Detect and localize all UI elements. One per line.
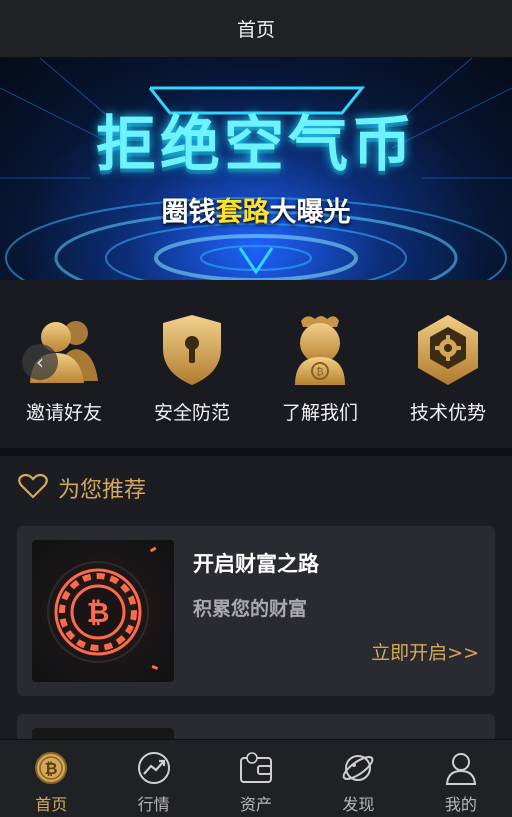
quick-link-invite[interactable]: 邀请好友	[0, 280, 128, 448]
tab-label: 行情	[137, 795, 170, 814]
tab-profile[interactable]: 我的	[410, 740, 512, 817]
recommend-heading: 为您推荐	[58, 478, 147, 503]
wallet-icon	[237, 749, 275, 787]
start-now-link[interactable]: 立即开启>>	[371, 638, 479, 665]
banner-subtitle: 圈钱套路大曝光	[0, 190, 512, 229]
recommend-header: 为您推荐	[18, 472, 146, 504]
quick-link-security[interactable]: 安全防范	[128, 280, 256, 448]
bottom-tab-bar: ₿ 首页 行情 资产 发现 我的	[0, 739, 512, 817]
tab-label: 资产	[240, 795, 273, 814]
tab-label: 首页	[35, 795, 68, 814]
quick-link-about[interactable]: ₿ 了解我们	[256, 280, 384, 448]
quick-link-label: 技术优势	[409, 402, 486, 424]
svg-text:₿: ₿	[316, 366, 323, 378]
quick-link-label: 邀请好友	[25, 402, 102, 424]
tab-discover[interactable]: 发现	[307, 740, 409, 817]
tab-home[interactable]: ₿ 首页	[0, 740, 102, 817]
page-title: 首页	[236, 19, 275, 41]
quick-link-tech[interactable]: 技术优势	[384, 280, 512, 448]
tab-label: 我的	[444, 795, 477, 814]
quick-links: 邀请好友 安全防范 ₿ 了解我们 技术优势	[0, 280, 512, 448]
tab-market[interactable]: 行情	[102, 740, 204, 817]
banner-sub-prefix: 圈钱	[161, 197, 216, 228]
trend-icon	[135, 749, 173, 787]
promo-banner[interactable]: 拒绝空气币 圈钱套路大曝光	[0, 58, 512, 280]
shield-lock-icon	[156, 310, 228, 390]
quick-link-label: 安全防范	[153, 402, 230, 424]
heart-icon	[18, 473, 48, 503]
user-icon	[442, 749, 480, 787]
banner-sub-suffix: 大曝光	[269, 197, 351, 228]
tab-assets[interactable]: 资产	[205, 740, 307, 817]
bitcoin-chip-icon: ₿	[32, 540, 174, 682]
quick-link-label: 了解我们	[281, 402, 358, 424]
svg-text:₿: ₿	[45, 759, 58, 778]
bitcoin-icon: ₿	[32, 749, 70, 787]
banner-sub-highlight: 套路	[215, 197, 270, 228]
mascot-icon: ₿	[284, 310, 356, 390]
section-divider	[0, 448, 512, 456]
carousel-prev-button[interactable]: ‹	[22, 344, 58, 380]
card-subtitle: 积累您的财富	[193, 598, 308, 620]
top-bar: 首页	[0, 0, 512, 58]
tab-label: 发现	[342, 795, 375, 814]
planet-icon	[339, 749, 377, 787]
card-title: 开启财富之路	[193, 552, 319, 576]
svg-text:₿: ₿	[87, 596, 110, 629]
banner-headline: 拒绝空气币	[96, 110, 416, 180]
gear-hexagon-icon	[412, 310, 484, 390]
recommend-card[interactable]: ₿ 开启财富之路 积累您的财富 立即开启>>	[17, 526, 495, 696]
